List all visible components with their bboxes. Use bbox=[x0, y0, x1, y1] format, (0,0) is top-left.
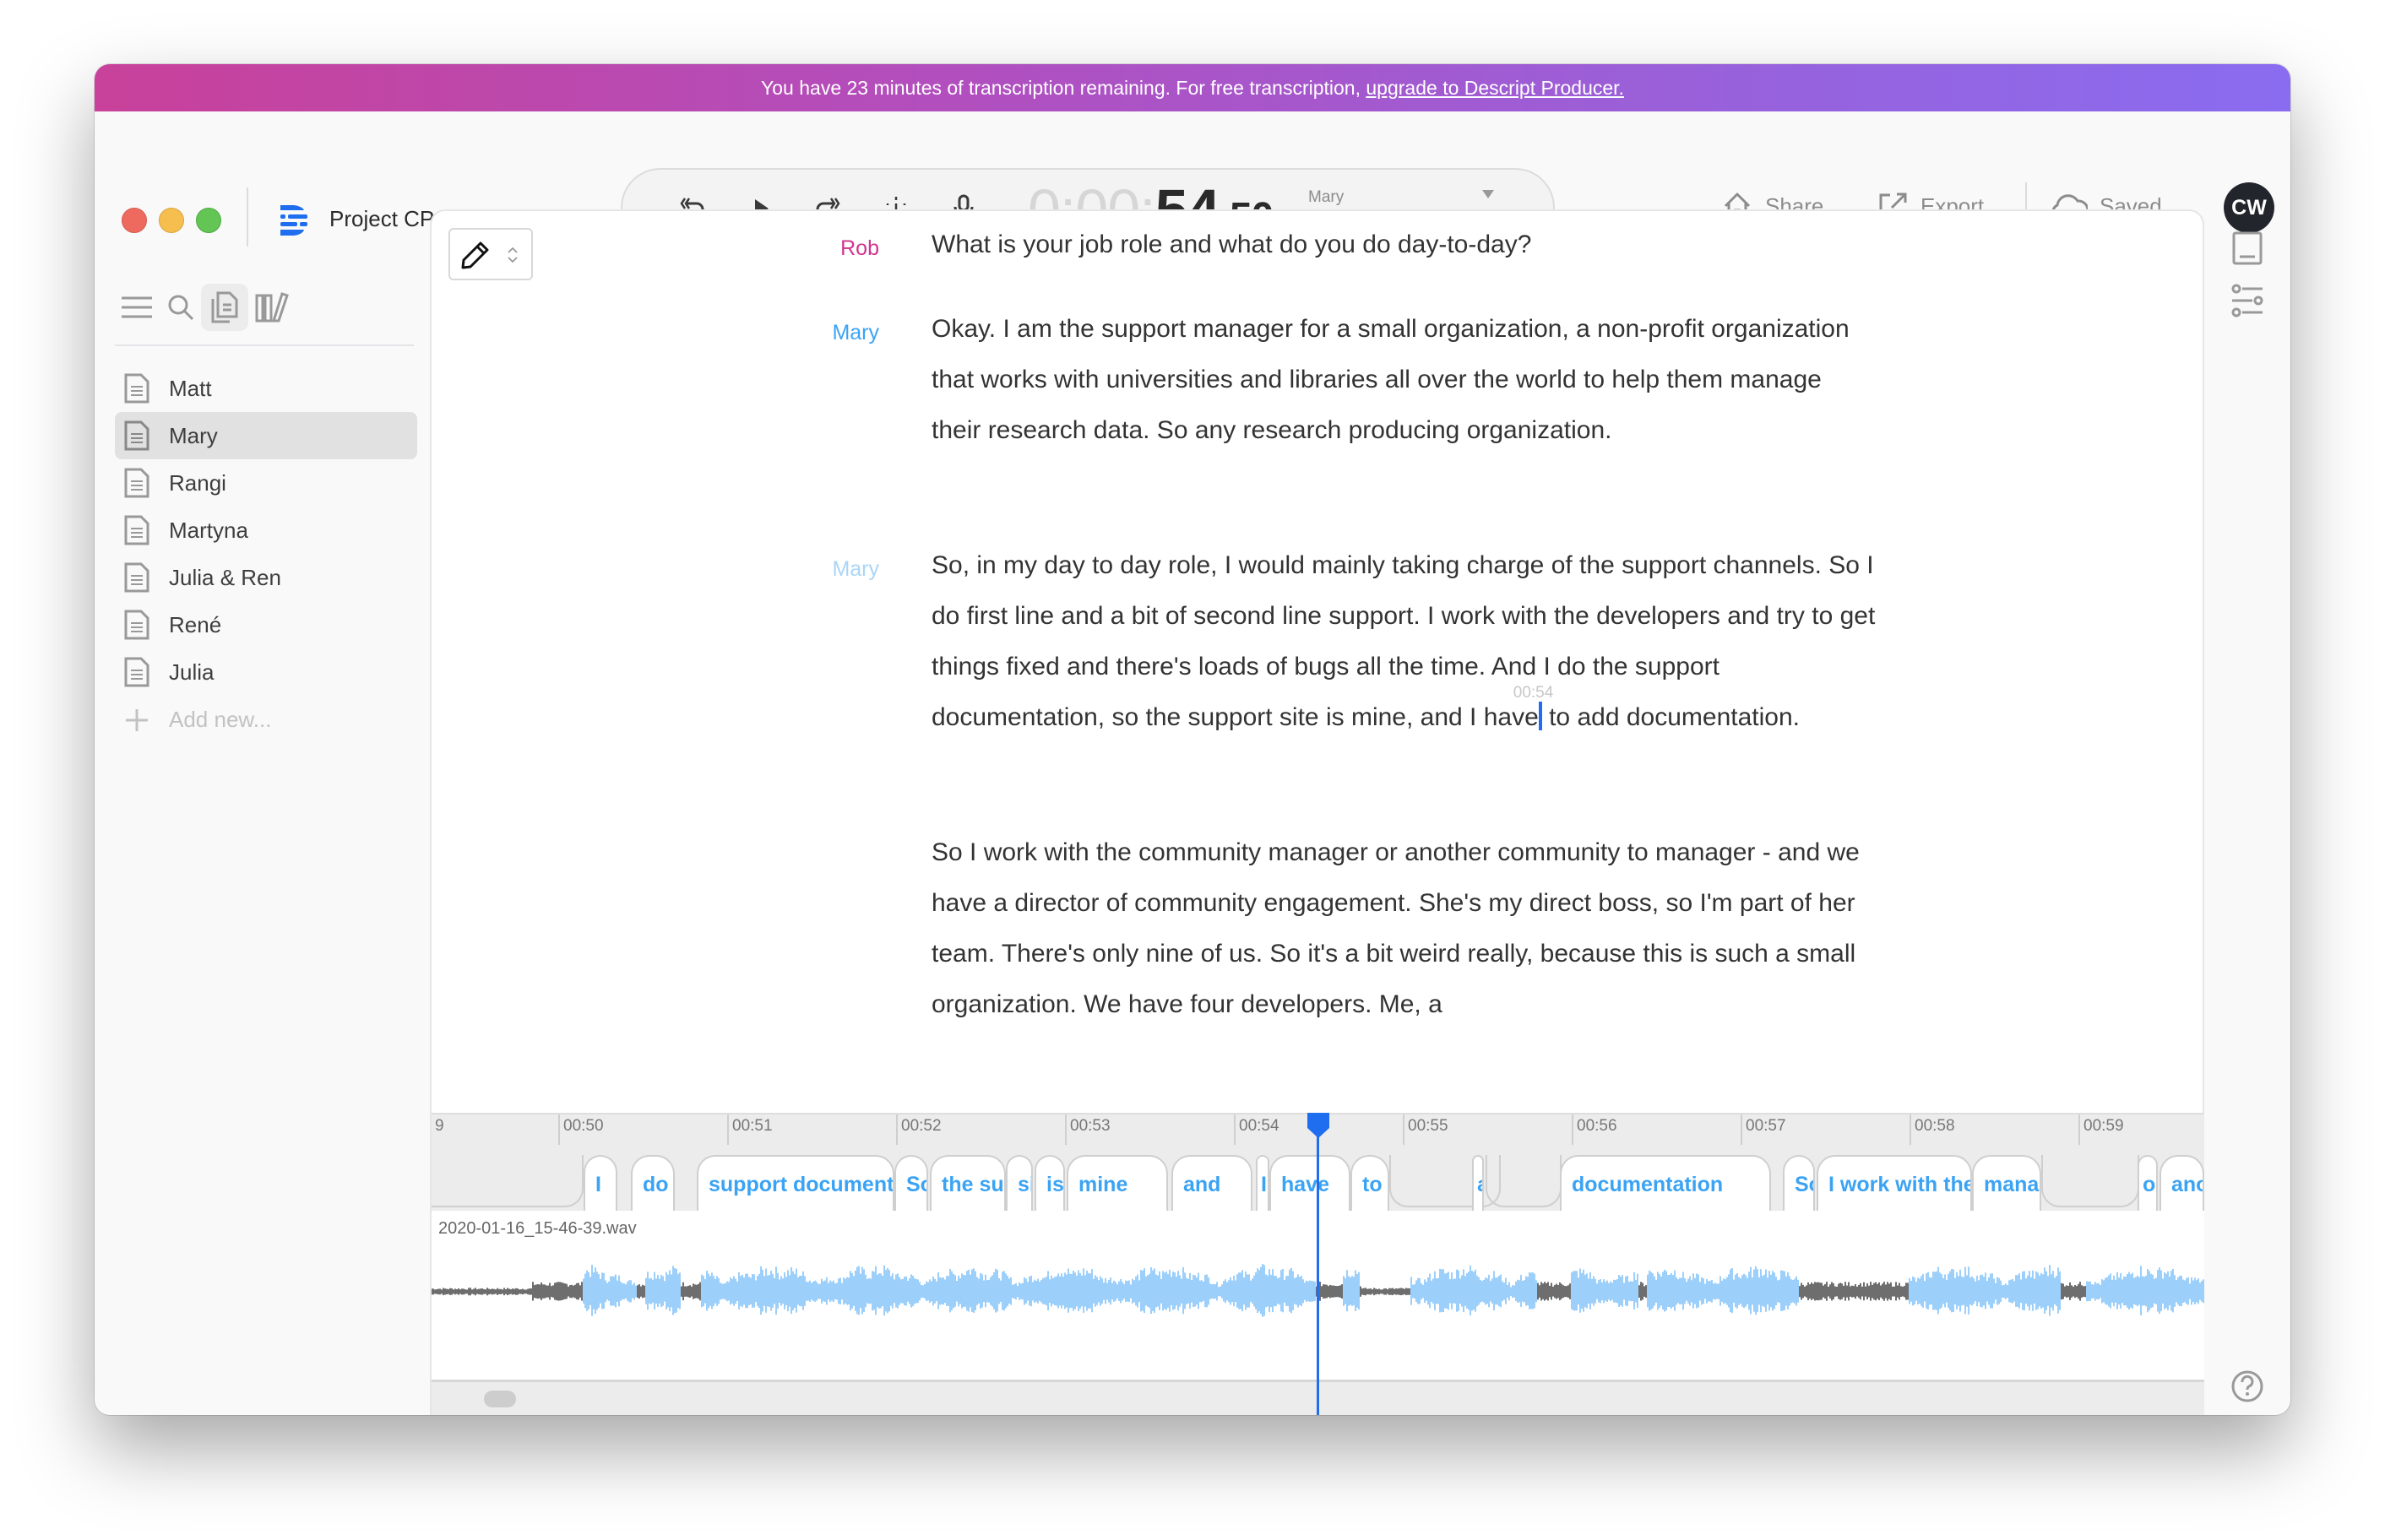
app-window: You have 23 minutes of transcription rem… bbox=[95, 64, 2290, 1415]
timeline-tick: 00:53 bbox=[1065, 1114, 1111, 1145]
speaker-label-rob[interactable]: Rob bbox=[744, 236, 879, 261]
upgrade-link[interactable]: upgrade to Descript Producer. bbox=[1366, 77, 1624, 99]
timeline-word[interactable]: to bbox=[1350, 1155, 1389, 1211]
edit-mode-button[interactable] bbox=[448, 228, 533, 280]
sidebar-item-label: Matt bbox=[169, 375, 212, 401]
timeline-word[interactable]: mine bbox=[1067, 1155, 1168, 1211]
timeline-word[interactable]: do bbox=[631, 1155, 675, 1211]
paragraph-text[interactable]: What is your job role and what do you do… bbox=[932, 220, 1877, 270]
sidebar-item-label: Rangi bbox=[169, 469, 226, 496]
timeline-gap[interactable] bbox=[1389, 1155, 1501, 1207]
menu-button[interactable] bbox=[117, 287, 157, 328]
playhead-line bbox=[1317, 1113, 1319, 1415]
pencil-icon bbox=[461, 241, 489, 269]
header: Project CPJ ⌄ 0:00:54.50 bbox=[95, 111, 2290, 247]
settings-sliders-icon[interactable] bbox=[2229, 282, 2266, 319]
sidebar-item-label: Julia & Ren bbox=[169, 564, 281, 590]
text-after-cursor: to add documentation. bbox=[1541, 703, 1800, 731]
sidebar-item-julia-ren[interactable]: Julia & Ren bbox=[115, 554, 417, 601]
timeline-word[interactable]: a bbox=[1472, 1155, 1484, 1211]
timeline-tick: 9 bbox=[435, 1117, 444, 1135]
document-icon bbox=[124, 515, 149, 545]
cursor-timestamp: 00:54 bbox=[1513, 684, 1554, 702]
timeline-tick: 00:55 bbox=[1403, 1114, 1448, 1145]
document-icon bbox=[124, 657, 149, 687]
timeline-word[interactable]: o bbox=[2138, 1155, 2158, 1211]
timeline-word[interactable]: I bbox=[584, 1155, 617, 1211]
hamburger-icon bbox=[122, 296, 152, 318]
search-button[interactable] bbox=[160, 287, 201, 328]
right-rail bbox=[2204, 209, 2290, 1415]
sidebar: Matt Mary Rangi Martyna Julia & Ren René bbox=[95, 209, 429, 1415]
add-new-document-button[interactable]: Add new... bbox=[115, 696, 417, 743]
transcription-banner: You have 23 minutes of transcription rem… bbox=[95, 64, 2290, 111]
library-button[interactable] bbox=[252, 287, 292, 328]
dropdown-caret-icon bbox=[1482, 190, 1494, 198]
scrollbar-thumb[interactable] bbox=[484, 1391, 516, 1407]
transcript-editor: Rob What is your job role and what do yo… bbox=[430, 209, 2204, 1415]
document-icon bbox=[124, 420, 149, 451]
sidebar-item-mary[interactable]: Mary bbox=[115, 412, 417, 459]
timeline-tick: 00:59 bbox=[2078, 1114, 2124, 1145]
timeline-tick: 00:54 bbox=[1234, 1114, 1279, 1145]
sidebar-item-rangi[interactable]: Rangi bbox=[115, 459, 417, 507]
help-icon[interactable] bbox=[2229, 1368, 2266, 1405]
plus-icon bbox=[126, 709, 148, 731]
panel-toggle-icon[interactable] bbox=[2229, 230, 2266, 267]
add-new-label: Add new... bbox=[169, 706, 272, 732]
timeline-tick: 00:52 bbox=[896, 1114, 942, 1145]
timeline-tick: 00:58 bbox=[1910, 1114, 1955, 1145]
library-icon bbox=[255, 292, 289, 323]
timeline-tick: 00:50 bbox=[558, 1114, 604, 1145]
sidebar-item-label: Martyna bbox=[169, 517, 248, 543]
sidebar-item-martyna[interactable]: Martyna bbox=[115, 507, 417, 554]
timeline-word[interactable]: site bbox=[1006, 1155, 1033, 1211]
sidebar-item-label: René bbox=[169, 611, 222, 637]
sidebar-item-label: Mary bbox=[169, 422, 218, 448]
speaker-label-mary[interactable]: Mary bbox=[744, 321, 879, 345]
timeline-word[interactable]: So bbox=[894, 1155, 928, 1211]
document-icon bbox=[124, 562, 149, 593]
text-cursor: 00:54 bbox=[1513, 684, 1553, 730]
timeline-word[interactable]: manager bbox=[1972, 1155, 2041, 1211]
timeline-word[interactable]: support documentation bbox=[697, 1155, 894, 1211]
sidebar-item-rene[interactable]: René bbox=[115, 601, 417, 648]
timeline-word[interactable]: the support bbox=[930, 1155, 1006, 1211]
paragraph-text[interactable]: Okay. I am the support manager for a sma… bbox=[932, 304, 1877, 456]
timeline-tick: 00:51 bbox=[727, 1114, 773, 1145]
timeline-tick: 00:56 bbox=[1572, 1114, 1617, 1145]
timeline-word[interactable]: and bbox=[1171, 1155, 1252, 1211]
timeline-word[interactable]: I bbox=[1256, 1155, 1269, 1211]
speaker-label-mary[interactable]: Mary bbox=[744, 557, 879, 582]
timeline-word[interactable]: documentation bbox=[1560, 1155, 1771, 1211]
timeline-word[interactable]: is bbox=[1035, 1155, 1065, 1211]
playhead-handle[interactable] bbox=[1307, 1113, 1329, 1138]
timeline-gap[interactable] bbox=[1486, 1155, 1562, 1207]
timeline-tick: 00:57 bbox=[1741, 1114, 1786, 1145]
sidebar-item-julia[interactable]: Julia bbox=[115, 648, 417, 696]
timeline-gap[interactable] bbox=[432, 1155, 584, 1207]
up-down-chevron-icon bbox=[508, 247, 518, 263]
document-icon bbox=[124, 373, 149, 404]
paragraph-text[interactable]: So I work with the community manager or … bbox=[932, 827, 1877, 1030]
documents-button[interactable] bbox=[201, 284, 248, 331]
sidebar-item-matt[interactable]: Matt bbox=[115, 365, 417, 412]
timeline-word[interactable]: I work with the bbox=[1817, 1155, 1972, 1211]
paragraph-text[interactable]: So, in my day to day role, I would mainl… bbox=[932, 540, 1877, 743]
document-list: Matt Mary Rangi Martyna Julia & Ren René bbox=[115, 365, 417, 743]
timeline-gap[interactable] bbox=[2041, 1155, 2139, 1207]
documents-icon bbox=[211, 291, 238, 323]
timeline-word[interactable]: have bbox=[1269, 1155, 1350, 1211]
timeline[interactable]: 9 00:50 00:51 00:52 00:53 00:54 00:55 00:56 00:5… bbox=[432, 1113, 2204, 1415]
search-icon bbox=[168, 295, 194, 321]
timeline-word[interactable]: another bbox=[2160, 1155, 2204, 1211]
sidebar-item-label: Julia bbox=[169, 659, 215, 685]
sidebar-divider bbox=[115, 344, 414, 346]
banner-text: You have 23 minutes of transcription rem… bbox=[761, 77, 1366, 99]
timeline-word[interactable]: So bbox=[1783, 1155, 1815, 1211]
document-icon bbox=[124, 610, 149, 640]
document-icon bbox=[124, 468, 149, 498]
speaker-select-value: Mary bbox=[1308, 188, 1345, 206]
